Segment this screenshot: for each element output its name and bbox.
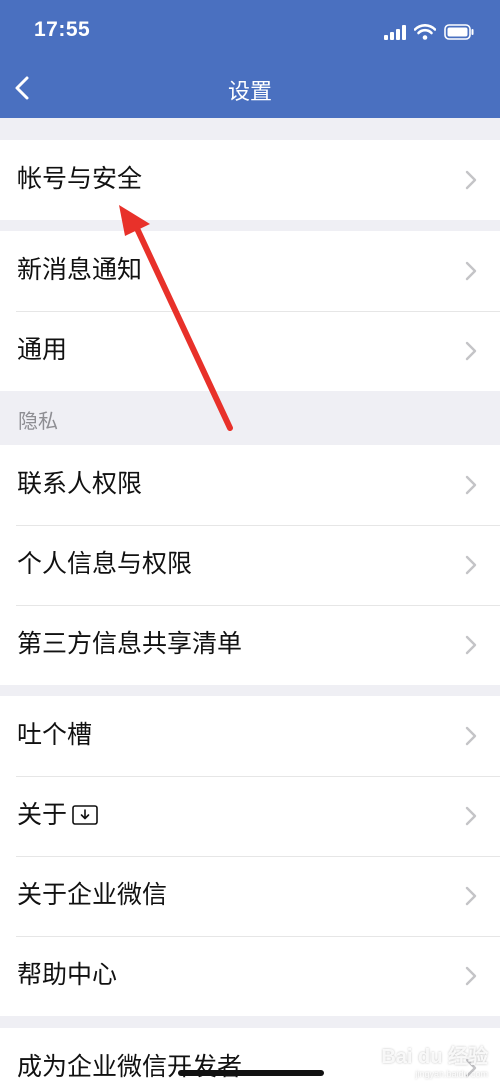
watermark-logo: Bai du 经验 jingyan.baidu.com bbox=[381, 1040, 488, 1079]
settings-item-new-message-notification[interactable]: 新消息通知 bbox=[0, 231, 500, 311]
status-time: 17:55 bbox=[34, 18, 91, 41]
watermark-sub: jingyan.baidu.com bbox=[415, 1069, 488, 1079]
settings-item-label: 联系人权限 bbox=[17, 469, 143, 498]
status-bar: 17:55 bbox=[0, 0, 500, 60]
header: 17:55 设置 bbox=[0, 0, 500, 118]
settings-item-account-security[interactable]: 帐号与安全 bbox=[0, 140, 500, 220]
settings-item-label: 帐号与安全 bbox=[17, 164, 143, 193]
settings-group-account: 帐号与安全 bbox=[0, 140, 500, 220]
settings-item-general[interactable]: 通用 bbox=[0, 311, 500, 391]
settings-item-label: 通用 bbox=[17, 335, 68, 364]
settings-item-personal-info-permissions[interactable]: 个人信息与权限 bbox=[0, 525, 500, 605]
settings-item-help-center[interactable]: 帮助中心 bbox=[0, 936, 500, 1016]
chevron-right-icon bbox=[465, 341, 477, 361]
home-indicator[interactable] bbox=[178, 1070, 324, 1076]
chevron-right-icon bbox=[465, 170, 477, 190]
chevron-right-icon bbox=[465, 635, 477, 655]
settings-group-about: 吐个槽 关于 关于企业微信 帮助中心 bbox=[0, 696, 500, 1016]
settings-item-label: 新消息通知 bbox=[17, 255, 143, 284]
chevron-right-icon bbox=[465, 966, 477, 986]
status-icons bbox=[384, 22, 474, 42]
settings-item-label: 个人信息与权限 bbox=[17, 549, 193, 578]
settings-item-feedback[interactable]: 吐个槽 bbox=[0, 696, 500, 776]
settings-item-about[interactable]: 关于 bbox=[0, 776, 500, 856]
chevron-right-icon bbox=[465, 726, 477, 746]
chevron-right-icon bbox=[465, 555, 477, 575]
settings-item-label: 关于 bbox=[17, 798, 99, 832]
settings-item-label: 吐个槽 bbox=[17, 720, 93, 749]
chevron-right-icon bbox=[465, 886, 477, 906]
watermark-brand: Bai du 经验 bbox=[381, 1046, 488, 1068]
settings-item-label: 成为企业微信开发者 bbox=[17, 1052, 243, 1081]
navigation-bar: 设置 bbox=[0, 60, 500, 118]
settings-group-privacy: 联系人权限 个人信息与权限 第三方信息共享清单 bbox=[0, 445, 500, 685]
wifi-icon bbox=[414, 24, 436, 40]
settings-item-third-party-sharing-list[interactable]: 第三方信息共享清单 bbox=[0, 605, 500, 685]
settings-item-label: 帮助中心 bbox=[17, 960, 118, 989]
download-box-icon bbox=[72, 805, 98, 825]
signal-icon bbox=[384, 24, 406, 40]
battery-icon bbox=[444, 24, 474, 40]
settings-item-about-wecom[interactable]: 关于企业微信 bbox=[0, 856, 500, 936]
settings-item-label: 第三方信息共享清单 bbox=[17, 629, 243, 658]
section-label-privacy: 隐私 bbox=[18, 409, 58, 433]
settings-group-general: 新消息通知 通用 bbox=[0, 231, 500, 391]
settings-item-label: 关于企业微信 bbox=[17, 880, 168, 909]
chevron-right-icon bbox=[465, 806, 477, 826]
about-label-text: 关于 bbox=[17, 800, 68, 829]
chevron-right-icon bbox=[465, 475, 477, 495]
page-title: 设置 bbox=[227, 80, 272, 105]
chevron-right-icon bbox=[465, 261, 477, 281]
settings-item-contact-permissions[interactable]: 联系人权限 bbox=[0, 445, 500, 525]
